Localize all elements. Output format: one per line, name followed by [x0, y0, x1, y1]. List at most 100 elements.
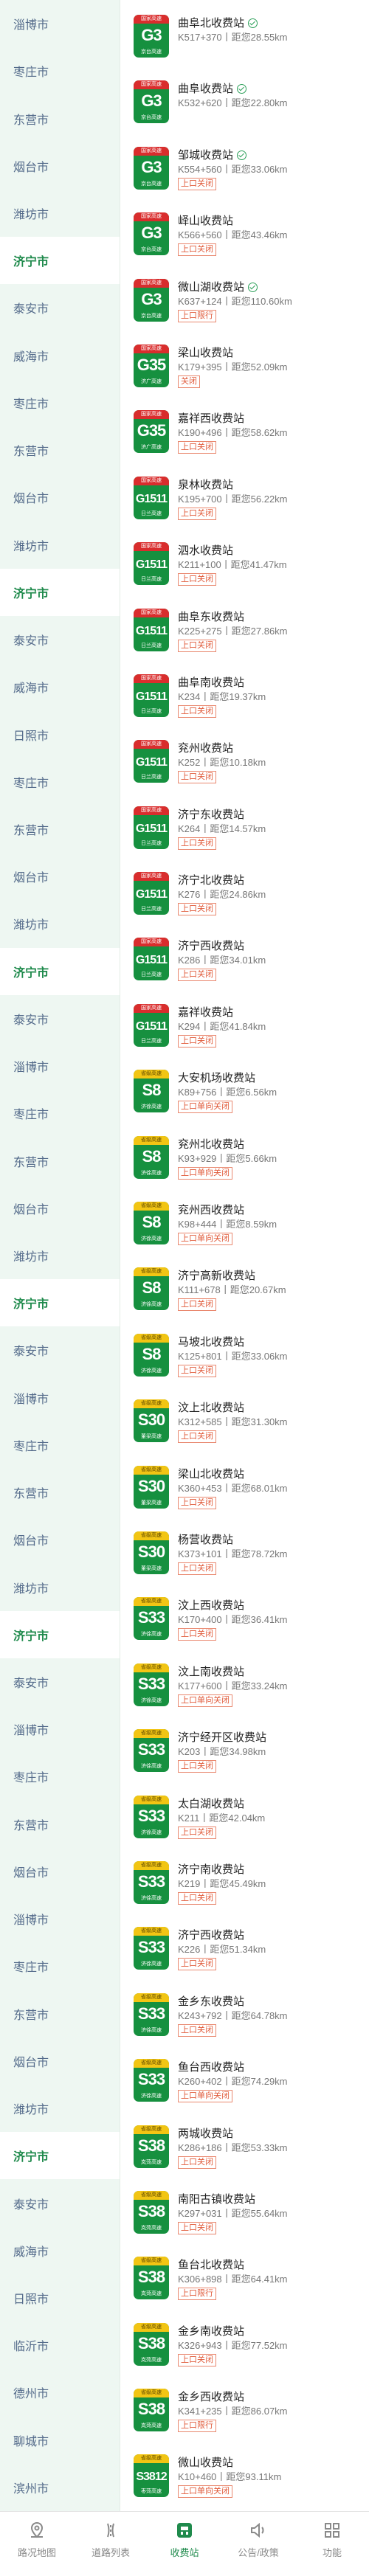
sidebar-city-item[interactable]: 枣庄市: [0, 1090, 120, 1137]
toll-station-row[interactable]: 国家高速 G3 京台高速 峄山收费站 K566+560丨距您43.46km 上口关闭: [120, 205, 369, 271]
toll-station-row[interactable]: 省级高速 S33 济徐高速 济宁经开区收费站 K203丨距您34.98km 上口关闭: [120, 1722, 369, 1787]
sidebar-city-item[interactable]: 泰安市: [0, 616, 120, 663]
toll-station-row[interactable]: 国家高速 G3 京台高速 曲阜北收费站 K517+370丨距您28.55km: [120, 7, 369, 73]
toll-station-row[interactable]: 省级高速 S38 岚菏高速 两城收费站 K286+186丨距您53.33km 上口关闭: [120, 2118, 369, 2184]
sidebar-city-item[interactable]: 烟台市: [0, 2037, 120, 2085]
sidebar-city-item[interactable]: 泰安市: [0, 995, 120, 1042]
toll-station-row[interactable]: 国家高速 G35 济广高速 嘉祥西收费站 K190+496丨距您58.62km 上口关闭: [120, 403, 369, 468]
tab-grid[interactable]: 功能: [295, 2512, 369, 2576]
sidebar-city-item[interactable]: 泰安市: [0, 284, 120, 331]
toll-station-row[interactable]: 国家高速 G3 京台高速 微山湖收费站 K637+124丨距您110.60km 上口限行: [120, 271, 369, 337]
sidebar-city-item[interactable]: 淄博市: [0, 0, 120, 47]
sidebar-city-item[interactable]: 滨州市: [0, 2464, 120, 2511]
sidebar-city-item[interactable]: 烟台市: [0, 142, 120, 190]
sidebar-city-item[interactable]: 淄博市: [0, 1042, 120, 1090]
sidebar-city-item[interactable]: 济宁市: [0, 237, 120, 285]
city-sidebar[interactable]: 淄博市 枣庄市 东营市 烟台市 潍坊市 济宁市 泰安市 威海市 枣庄市 东营市 烟台市 潍坊市 济宁市泰…: [0, 0, 120, 2511]
sidebar-city-item[interactable]: 日照市: [0, 710, 120, 758]
toll-station-row[interactable]: 省级高速 S33 济徐高速 金乡东收费站 K243+792丨距您64.78km 上口关闭: [120, 1986, 369, 2052]
toll-station-row[interactable]: 国家高速 G1511 日兰高速 泗水收费站 K211+100丨距您41.47km 上口关闭: [120, 535, 369, 600]
sidebar-city-item[interactable]: 淄博市: [0, 1706, 120, 1753]
toll-station-row[interactable]: 国家高速 G1511 日兰高速 嘉祥收费站 K294丨距您41.84km 上口关闭: [120, 997, 369, 1062]
sidebar-city-item[interactable]: 济宁市: [0, 568, 120, 616]
toll-station-row[interactable]: 国家高速 G1511 日兰高速 曲阜南收费站 K234丨距您19.37km 上口关闭: [120, 667, 369, 733]
sidebar-city-item[interactable]: 潍坊市: [0, 521, 120, 568]
sidebar-city-item[interactable]: 济宁市: [0, 1279, 120, 1327]
sidebar-city-item[interactable]: 潍坊市: [0, 2085, 120, 2132]
toll-station-row[interactable]: 国家高速 G3 京台高速 邹城收费站 K554+560丨距您33.06km 上口关闭: [120, 139, 369, 205]
toll-station-row[interactable]: 省级高速 S33 济徐高速 汶上南收费站 K177+600丨距您33.24km 上口单向关…: [120, 1656, 369, 1722]
sidebar-city-item[interactable]: 东营市: [0, 806, 120, 853]
toll-station-row[interactable]: 国家高速 G1511 日兰高速 济宁北收费站 K276丨距您24.86km 上口关闭: [120, 865, 369, 930]
sidebar-city-item[interactable]: 潍坊市: [0, 900, 120, 947]
sidebar-city-item[interactable]: 枣庄市: [0, 758, 120, 806]
sidebar-city-item[interactable]: 聊城市: [0, 2417, 120, 2464]
sidebar-city-item[interactable]: 威海市: [0, 2227, 120, 2274]
tab-label: 道路列表: [91, 2547, 130, 2558]
sidebar-city-item[interactable]: 枣庄市: [0, 1942, 120, 1990]
sidebar-city-item[interactable]: 济宁市: [0, 947, 120, 995]
tab-toll-station[interactable]: 收费站: [148, 2512, 221, 2576]
sidebar-city-item[interactable]: 淄博市: [0, 1895, 120, 1942]
toll-station-row[interactable]: 省级高速 S33 济徐高速 鱼台西收费站 K260+402丨距您74.29km 上口单向关…: [120, 2052, 369, 2117]
toll-station-row[interactable]: 国家高速 G3 京台高速 曲阜收费站 K532+620丨距您22.80km: [120, 73, 369, 139]
tab-speaker[interactable]: 公告/政策: [221, 2512, 295, 2576]
sidebar-city-item[interactable]: 烟台市: [0, 853, 120, 900]
toll-station-list[interactable]: 国家高速 G3 京台高速 曲阜北收费站 K517+370丨距您28.55km 国家高速 G3…: [120, 7, 369, 2513]
sidebar-city-item[interactable]: 泰安市: [0, 1326, 120, 1374]
toll-station-row[interactable]: 国家高速 G1511 日兰高速 兖州收费站 K252丨距您10.18km 上口关闭: [120, 733, 369, 798]
sidebar-city-item[interactable]: 东营市: [0, 1469, 120, 1516]
sidebar-city-item[interactable]: 东营市: [0, 1801, 120, 1848]
sidebar-city-item[interactable]: 东营市: [0, 1990, 120, 2037]
sidebar-city-item[interactable]: 日照市: [0, 2274, 120, 2321]
toll-station-row[interactable]: 省级高速 S38 岚菏高速 南阳古镇收费站 K297+031丨距您55.64km 上口关闭: [120, 2184, 369, 2249]
status-badge: 上口关闭: [178, 1891, 216, 1905]
sidebar-city-item[interactable]: 枣庄市: [0, 1753, 120, 1800]
toll-station-row[interactable]: 国家高速 G1511 日兰高速 济宁东收费站 K264丨距您14.57km 上口关闭: [120, 799, 369, 865]
toll-station-row[interactable]: 国家高速 G1511 日兰高速 曲阜东收费站 K225+275丨距您27.86km 上口关…: [120, 601, 369, 667]
toll-station-row[interactable]: 省级高速 S8 济徐高速 兖州西收费站 K98+444丨距您8.59km 上口单向关闭: [120, 1194, 369, 1260]
sidebar-city-item[interactable]: 泰安市: [0, 1658, 120, 1706]
toll-station-row[interactable]: 省级高速 S3812 枣菏高速 微山收费站 K10+460丨距您93.11km 上口单向关…: [120, 2447, 369, 2513]
toll-station-row[interactable]: 省级高速 S30 董梁高速 杨营收费站 K373+101丨距您78.72km 上口关闭: [120, 1524, 369, 1590]
sidebar-city-item[interactable]: 枣庄市: [0, 1422, 120, 1469]
toll-station-row[interactable]: 省级高速 S8 济徐高速 马坡北收费站 K125+801丨距您33.06km 上口关闭: [120, 1326, 369, 1392]
toll-station-row[interactable]: 国家高速 G1511 日兰高速 济宁西收费站 K286丨距您34.01km 上口关闭: [120, 930, 369, 996]
sidebar-city-item[interactable]: 东营市: [0, 94, 120, 142]
sidebar-city-item[interactable]: 枣庄市: [0, 379, 120, 426]
sidebar-city-item[interactable]: 济宁市: [0, 2132, 120, 2180]
sidebar-city-item[interactable]: 潍坊市: [0, 190, 120, 237]
sidebar-city-item[interactable]: 潍坊市: [0, 1563, 120, 1610]
sidebar-city-item[interactable]: 东营市: [0, 426, 120, 474]
sidebar-city-item[interactable]: 淄博市: [0, 1374, 120, 1422]
toll-station-row[interactable]: 省级高速 S33 济徐高速 济宁西收费站 K226丨距您51.34km 上口关闭: [120, 1919, 369, 1985]
toll-station-row[interactable]: 省级高速 S8 济徐高速 大安机场收费站 K89+756丨距您6.56km 上口单向关闭: [120, 1062, 369, 1128]
sidebar-city-item[interactable]: 烟台市: [0, 1516, 120, 1563]
sidebar-city-item[interactable]: 烟台市: [0, 1848, 120, 1895]
sidebar-city-item[interactable]: 烟台市: [0, 474, 120, 521]
sidebar-city-item[interactable]: 济宁市: [0, 1610, 120, 1658]
toll-station-row[interactable]: 省级高速 S8 济徐高速 兖州北收费站 K93+929丨距您5.66km 上口单向关闭: [120, 1129, 369, 1194]
tab-map-pin[interactable]: 路况地图: [0, 2512, 74, 2576]
toll-station-row[interactable]: 省级高速 S33 济徐高速 太白湖收费站 K211丨距您42.04km 上口关闭: [120, 1788, 369, 1854]
toll-station-row[interactable]: 省级高速 S33 济徐高速 济宁南收费站 K219丨距您45.49km 上口关闭: [120, 1854, 369, 1919]
toll-station-row[interactable]: 省级高速 S38 岚菏高速 鱼台北收费站 K306+898丨距您64.41km 上口限行: [120, 2249, 369, 2315]
toll-station-row[interactable]: 省级高速 S30 董梁高速 梁山北收费站 K360+453丨距您68.01km 上口关闭: [120, 1458, 369, 1524]
toll-station-row[interactable]: 国家高速 G35 济广高速 梁山收费站 K179+395丨距您52.09km 关闭: [120, 337, 369, 403]
toll-station-row[interactable]: 省级高速 S38 岚菏高速 金乡南收费站 K326+943丨距您77.52km 上口关闭: [120, 2316, 369, 2381]
sidebar-city-item[interactable]: 临沂市: [0, 2321, 120, 2369]
toll-station-row[interactable]: 省级高速 S30 董梁高速 汶上北收费站 K312+585丨距您31.30km 上口关闭: [120, 1392, 369, 1458]
sidebar-city-item[interactable]: 枣庄市: [0, 47, 120, 94]
toll-station-row[interactable]: 国家高速 G1511 日兰高速 泉林收费站 K195+700丨距您56.22km 上口关闭: [120, 469, 369, 535]
sidebar-city-item[interactable]: 泰安市: [0, 2179, 120, 2226]
tab-list[interactable]: 道路列表: [74, 2512, 148, 2576]
toll-station-row[interactable]: 省级高速 S33 济徐高速 汶上西收费站 K170+400丨距您36.41km 上口关闭: [120, 1590, 369, 1655]
sidebar-city-item[interactable]: 潍坊市: [0, 1232, 120, 1279]
sidebar-city-item[interactable]: 威海市: [0, 332, 120, 379]
sidebar-city-item[interactable]: 威海市: [0, 663, 120, 710]
sidebar-city-item[interactable]: 东营市: [0, 1137, 120, 1184]
toll-station-row[interactable]: 省级高速 S8 济徐高速 济宁高新收费站 K111+678丨距您20.67km 上口关闭: [120, 1260, 369, 1326]
sidebar-city-item[interactable]: 烟台市: [0, 1185, 120, 1232]
toll-station-row[interactable]: 省级高速 S38 岚菏高速 金乡西收费站 K341+235丨距您86.07km 上口限行: [120, 2381, 369, 2447]
sidebar-city-item[interactable]: 德州市: [0, 2369, 120, 2416]
